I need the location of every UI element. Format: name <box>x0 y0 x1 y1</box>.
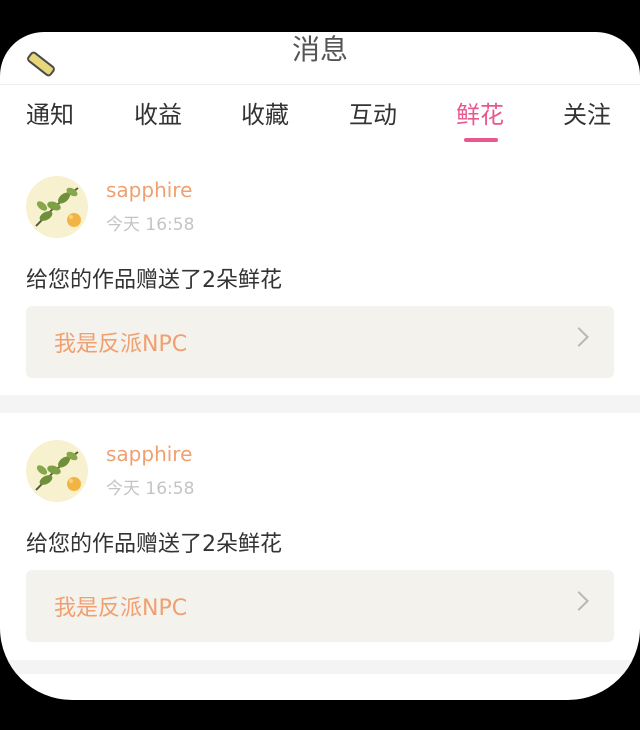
work-link-card[interactable]: 我是反派NPC <box>26 306 614 378</box>
username[interactable]: sapphire <box>106 442 192 466</box>
timestamp: 今天 16:58 <box>106 215 195 235</box>
top-bar: 消息 <box>0 32 640 85</box>
section-divider <box>0 395 640 413</box>
chevron-right-icon <box>569 327 589 347</box>
messages-screen: 消息 通知 收益 收藏 互动 鲜花 关注 sapphire 今天 16:58 给… <box>0 32 640 700</box>
tab-bar: 通知 收益 收藏 互动 鲜花 关注 <box>0 98 640 144</box>
timestamp: 今天 16:58 <box>106 479 195 499</box>
plant-leaf-avatar-icon[interactable] <box>26 176 88 238</box>
section-divider <box>0 660 640 674</box>
chevron-right-icon <box>569 591 589 611</box>
active-tab-indicator <box>464 138 498 142</box>
work-title: 我是反派NPC <box>54 596 188 621</box>
work-link-card[interactable]: 我是反派NPC <box>26 570 614 642</box>
notification-message: 给您的作品赠送了2朵鲜花 <box>26 268 282 293</box>
username[interactable]: sapphire <box>106 178 192 202</box>
tab-notifications[interactable]: 通知 <box>26 98 74 132</box>
notification-message: 给您的作品赠送了2朵鲜花 <box>26 532 282 557</box>
notification-card: sapphire 今天 16:58 给您的作品赠送了2朵鲜花 我是反派NPC <box>0 440 640 650</box>
plant-leaf-avatar-icon[interactable] <box>26 440 88 502</box>
tab-follows[interactable]: 关注 <box>563 98 611 132</box>
tab-interactions[interactable]: 互动 <box>349 98 397 132</box>
notification-card: sapphire 今天 16:58 给您的作品赠送了2朵鲜花 我是反派NPC <box>0 176 640 386</box>
tab-earnings[interactable]: 收益 <box>134 98 182 132</box>
tab-flowers[interactable]: 鲜花 <box>456 98 504 132</box>
tab-favorites[interactable]: 收藏 <box>241 98 289 132</box>
work-title: 我是反派NPC <box>54 332 188 357</box>
page-title: 消息 <box>291 33 348 66</box>
